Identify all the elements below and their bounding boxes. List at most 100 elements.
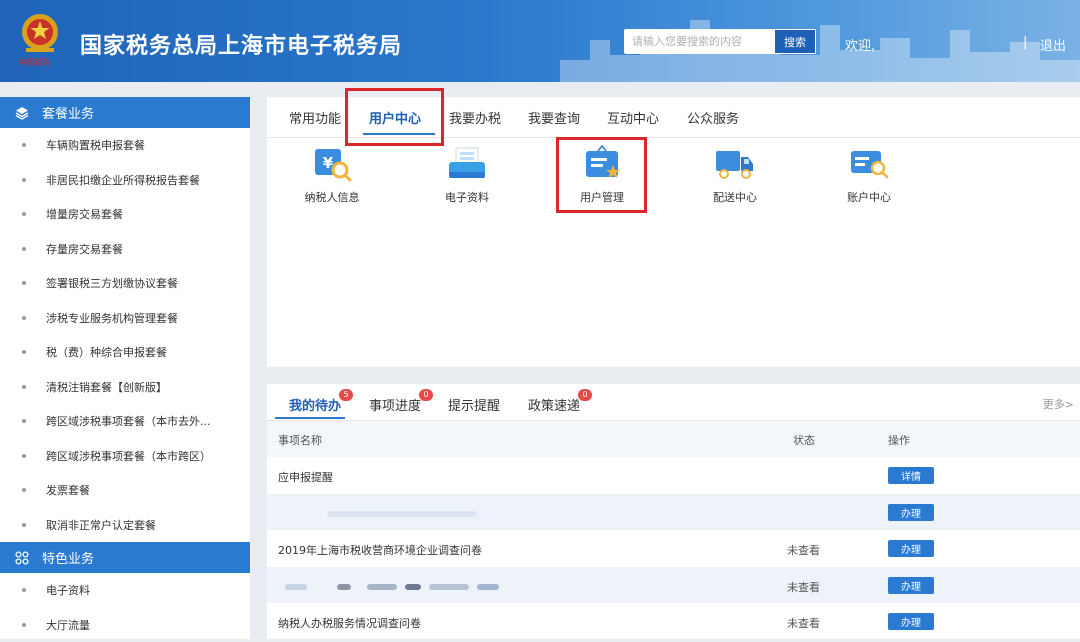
sidebar-item[interactable]: 涉税专业服务机构管理套餐 (0, 301, 250, 336)
sidebar-item-label: 签署银税三方划缴协议套餐 (46, 275, 178, 291)
highlight-box-user-management (556, 137, 647, 213)
item-name: 应申报提醒 (278, 469, 333, 485)
bullet-dot (22, 281, 26, 285)
search-button[interactable]: 搜索 (774, 29, 816, 54)
sidebar-item[interactable]: 存量房交易套餐 (0, 232, 250, 267)
sidebar-item[interactable]: 发票套餐 (0, 473, 250, 508)
top-header: 中国税务 国家税务总局上海市电子税务局 搜索 欢迎, | 退出 (0, 0, 1080, 82)
tab-interaction-center[interactable]: 互动中心 (607, 108, 659, 127)
item-name: 2019年上海市税收营商环境企业调查问卷 (278, 542, 482, 558)
column-header-status: 状态 (793, 432, 815, 448)
function-label: 纳税人信息 (287, 189, 377, 205)
bullet-dot (22, 419, 26, 423)
sidebar-item[interactable]: 签署银税三方划缴协议套餐 (0, 266, 250, 301)
tab-label: 政策速递 (528, 399, 580, 414)
table-row: 纳税人办税服务情况调查问卷 未查看 办理 (267, 603, 1080, 640)
sidebar-section-title: 套餐业务 (42, 103, 94, 122)
sidebar-item[interactable]: 增量房交易套餐 (0, 197, 250, 232)
bullet-dot (22, 454, 26, 458)
sidebar: 套餐业务 车辆购置税申报套餐 非居民扣缴企业所得税报告套餐 增量房交易套餐 存量… (0, 97, 250, 639)
active-tab-underline (275, 417, 345, 419)
bullet-dot (22, 212, 26, 216)
column-header-action: 操作 (888, 432, 910, 448)
sidebar-item-label: 税（费）种综合申报套餐 (46, 344, 167, 360)
sidebar-section-featured-business[interactable]: 特色业务 (0, 542, 250, 573)
tab-policy-express[interactable]: 政策速递 0 (528, 395, 580, 414)
function-electronic-docs[interactable]: 电子资料 (422, 145, 512, 205)
blurred-text (337, 584, 351, 590)
sidebar-item-label: 电子资料 (46, 582, 90, 598)
bullet-dot (22, 488, 26, 492)
tab-label: 我的待办 (289, 399, 341, 414)
tab-reminders[interactable]: 提示提醒 (448, 395, 500, 414)
item-status: 未查看 (787, 579, 820, 595)
item-status: 未查看 (787, 615, 820, 631)
tab-my-todos[interactable]: 我的待办 5 (289, 395, 341, 414)
blurred-text (429, 584, 469, 590)
bullet-dot (22, 143, 26, 147)
tab-public-service[interactable]: 公众服务 (687, 108, 739, 127)
more-link[interactable]: 更多> (1043, 396, 1074, 412)
electronic-docs-icon (446, 145, 488, 183)
sidebar-item-label: 跨区域涉税事项套餐（本市跨区） (46, 448, 211, 464)
todo-panel: 我的待办 5 事项进度 0 提示提醒 政策速递 0 更多> 事项名称 状态 操作… (267, 384, 1080, 639)
item-name: 纳税人办税服务情况调查问卷 (278, 615, 421, 631)
tab-item-progress[interactable]: 事项进度 0 (369, 395, 421, 414)
blurred-text (327, 511, 477, 517)
function-delivery-center[interactable]: 配送中心 (690, 145, 780, 205)
function-label: 账户中心 (824, 189, 914, 205)
function-label: 电子资料 (422, 189, 512, 205)
sidebar-item-label: 涉税专业服务机构管理套餐 (46, 310, 178, 326)
count-badge: 5 (339, 389, 353, 401)
sidebar-item[interactable]: 电子资料 (0, 573, 250, 608)
todo-tabs: 我的待办 5 事项进度 0 提示提醒 政策速递 0 更多> (267, 384, 1080, 421)
sidebar-item-label: 发票套餐 (46, 482, 90, 498)
tax-emblem-logo: 中国税务 (14, 10, 66, 68)
bullet-dot (22, 385, 26, 389)
process-button[interactable]: 办理 (888, 577, 934, 594)
count-badge: 0 (578, 389, 592, 401)
sidebar-item-label: 存量房交易套餐 (46, 241, 123, 257)
bullet-dot (22, 523, 26, 527)
highlight-box-user-center-tab (345, 88, 444, 146)
svg-text:中国税务: 中国税务 (18, 57, 50, 67)
sidebar-item[interactable]: 大厅流量 (0, 608, 250, 642)
header-divider: | (1023, 35, 1027, 50)
details-button[interactable]: 详情 (888, 467, 934, 484)
column-header-item-name: 事项名称 (278, 432, 322, 448)
tab-tax-handling[interactable]: 我要办税 (449, 108, 501, 127)
logout-link[interactable]: 退出 (1040, 35, 1066, 54)
table-row: 2019年上海市税收营商环境企业调查问卷 未查看 办理 (267, 530, 1080, 567)
search-input[interactable] (624, 29, 774, 54)
tab-common-functions[interactable]: 常用功能 (289, 108, 341, 127)
bullet-dot (22, 588, 26, 592)
bullet-dot (22, 350, 26, 354)
sidebar-item[interactable]: 跨区域涉税事项套餐（本市去外... (0, 404, 250, 439)
sidebar-item[interactable]: 清税注销套餐【创新版】 (0, 370, 250, 405)
sidebar-item[interactable]: 非居民扣缴企业所得税报告套餐 (0, 163, 250, 198)
taxpayer-info-icon: ¥ (311, 145, 353, 183)
sidebar-item[interactable]: 取消非正常户认定套餐 (0, 508, 250, 543)
sidebar-item[interactable]: 跨区域涉税事项套餐（本市跨区） (0, 439, 250, 474)
process-button[interactable]: 办理 (888, 504, 934, 521)
tab-label: 提示提醒 (448, 399, 500, 414)
count-badge: 0 (419, 389, 433, 401)
sidebar-section-package-business[interactable]: 套餐业务 (0, 97, 250, 128)
delivery-truck-icon (714, 145, 756, 183)
process-button[interactable]: 办理 (888, 540, 934, 557)
sidebar-item-label: 取消非正常户认定套餐 (46, 517, 156, 533)
process-button[interactable]: 办理 (888, 613, 934, 630)
table-row: 未查看 办理 (267, 567, 1080, 604)
bullet-dot (22, 178, 26, 182)
sidebar-item-label: 清税注销套餐【创新版】 (46, 379, 167, 395)
sidebar-item[interactable]: 车辆购置税申报套餐 (0, 128, 250, 163)
function-account-center[interactable]: 账户中心 (824, 145, 914, 205)
blurred-text (367, 584, 397, 590)
account-center-icon (848, 145, 890, 183)
sidebar-item[interactable]: 税（费）种综合申报套餐 (0, 335, 250, 370)
tab-query[interactable]: 我要查询 (528, 108, 580, 127)
bullet-dot (22, 623, 26, 627)
table-header: 事项名称 状态 操作 (267, 421, 1080, 457)
function-taxpayer-info[interactable]: ¥ 纳税人信息 (287, 145, 377, 205)
welcome-text: 欢迎, (845, 35, 875, 54)
